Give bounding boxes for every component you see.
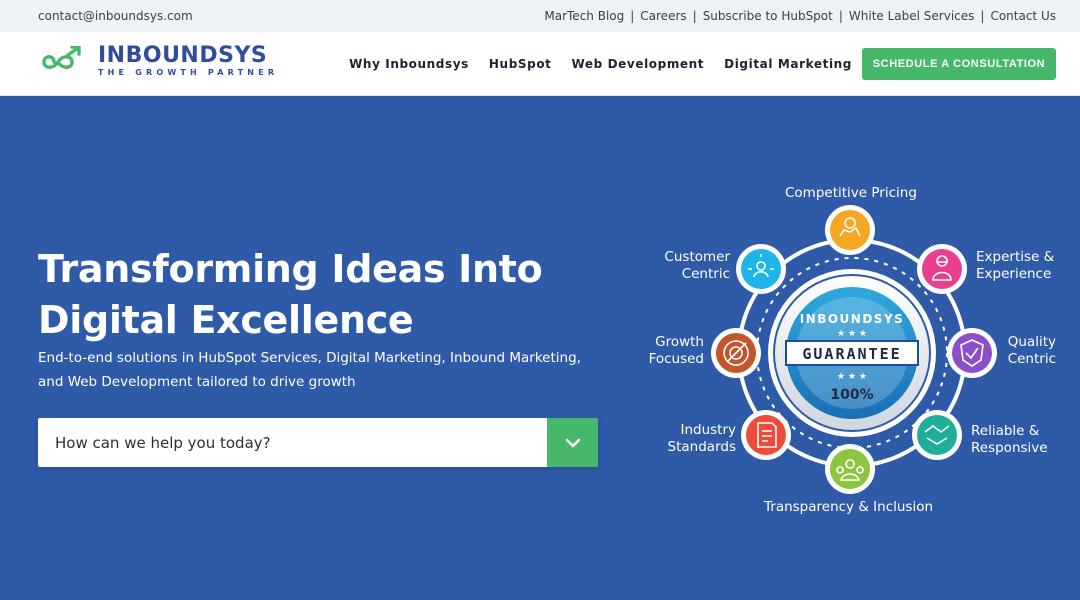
feature-node-growth <box>711 328 761 378</box>
help-dropdown-toggle[interactable] <box>547 418 598 467</box>
badge-top-text: INBOUNDSYS <box>800 312 905 326</box>
infinity-growth-icon <box>42 46 81 69</box>
schedule-consultation-button[interactable]: SCHEDULE A CONSULTATION <box>862 48 1056 80</box>
hero-title-line-1: Transforming Ideas Into <box>38 247 543 291</box>
hero-title: Transforming Ideas Into Digital Excellen… <box>38 244 598 346</box>
feature-node-competitive-pricing <box>825 205 875 255</box>
careers-link[interactable]: Careers <box>640 9 686 23</box>
label-line: Customer <box>664 249 730 265</box>
nav-hubspot[interactable]: HubSpot <box>489 57 552 71</box>
separator: | <box>980 9 985 23</box>
badge-stars-top: ★ ★ ★ <box>837 329 867 339</box>
label-industry: Industry Standards <box>640 422 736 456</box>
help-dropdown[interactable]: How can we help you today? <box>38 418 598 467</box>
label-line: Industry <box>680 422 736 438</box>
feature-node-quality <box>947 328 997 378</box>
label-expertise: Expertise & Experience <box>976 249 1054 283</box>
feature-node-industry <box>741 410 791 460</box>
label-line: Growth <box>655 334 704 350</box>
separator: | <box>692 9 697 23</box>
label-line: Focused <box>648 351 704 367</box>
badge-stars-bottom: ★ ★ ★ <box>837 372 867 382</box>
label-quality: Quality Centric <box>1006 334 1056 368</box>
help-dropdown-value: How can we help you today? <box>55 433 271 452</box>
chevron-down-icon <box>565 438 580 447</box>
label-line: Responsive <box>971 440 1048 456</box>
feature-node-customer <box>736 244 786 294</box>
label-line: Experience <box>976 266 1052 282</box>
label-line: Reliable & <box>971 423 1040 439</box>
top-links: MarTech Blog | Careers | Subscribe to Hu… <box>544 9 1056 23</box>
label-line: Expertise & <box>976 249 1055 265</box>
contact-us-link[interactable]: Contact Us <box>990 9 1056 23</box>
label-line: Quality <box>1007 334 1056 350</box>
feature-node-reliable <box>912 410 962 460</box>
guarantee-badge: INBOUNDSYS ★ ★ ★ GUARANTEE ★ ★ ★ 100% <box>768 269 936 437</box>
badge-bottom-text: 100% <box>830 387 873 403</box>
nav-why-inboundsys[interactable]: Why Inboundsys <box>349 57 469 71</box>
guarantee-diagram: INBOUNDSYS ★ ★ ★ GUARANTEE ★ ★ ★ 100% Co… <box>640 170 1080 530</box>
logo-name: INBOUNDSYS <box>98 43 268 68</box>
top-utility-bar: contact@inboundsys.com MarTech Blog | Ca… <box>0 0 1080 32</box>
logo-text: INBOUNDSYS THE GROWTH PARTNER <box>98 44 278 78</box>
subscribe-hubspot-link[interactable]: Subscribe to HubSpot <box>703 9 833 23</box>
hero-subtitle: End-to-end solutions in HubSpot Services… <box>38 346 598 394</box>
logo-tagline: THE GROWTH PARTNER <box>98 68 279 77</box>
feature-node-transparency <box>825 444 875 494</box>
hero-subtitle-line-2: and Web Development tailored to drive gr… <box>38 374 356 390</box>
feature-node-expertise <box>917 244 967 294</box>
separator: | <box>838 9 843 23</box>
label-customer: Customer Centric <box>640 249 730 283</box>
contact-email-link[interactable]: contact@inboundsys.com <box>38 9 193 23</box>
main-navbar: INBOUNDSYS THE GROWTH PARTNER Why Inboun… <box>0 32 1080 96</box>
nav-digital-marketing[interactable]: Digital Marketing <box>724 57 852 71</box>
hero-title-line-2: Digital Excellence <box>38 298 414 342</box>
label-transparency: Transparency & Inclusion <box>764 499 934 515</box>
label-competitive-pricing: Competitive Pricing <box>785 185 917 201</box>
logo[interactable]: INBOUNDSYS THE GROWTH PARTNER <box>38 44 278 78</box>
badge-middle-text: GUARANTEE <box>802 345 901 363</box>
white-label-services-link[interactable]: White Label Services <box>849 9 975 23</box>
primary-nav: Why Inboundsys HubSpot Web Development D… <box>329 32 852 96</box>
label-line: Centric <box>681 266 730 282</box>
label-reliable: Reliable & Responsive <box>971 423 1048 457</box>
nav-web-development[interactable]: Web Development <box>572 57 705 71</box>
label-line: Centric <box>1007 351 1056 367</box>
label-growth: Growth Focused <box>640 334 704 368</box>
hero-subtitle-line-1: End-to-end solutions in HubSpot Services… <box>38 350 581 366</box>
label-line: Standards <box>667 439 736 455</box>
separator: | <box>630 9 635 23</box>
martech-blog-link[interactable]: MarTech Blog <box>544 9 624 23</box>
